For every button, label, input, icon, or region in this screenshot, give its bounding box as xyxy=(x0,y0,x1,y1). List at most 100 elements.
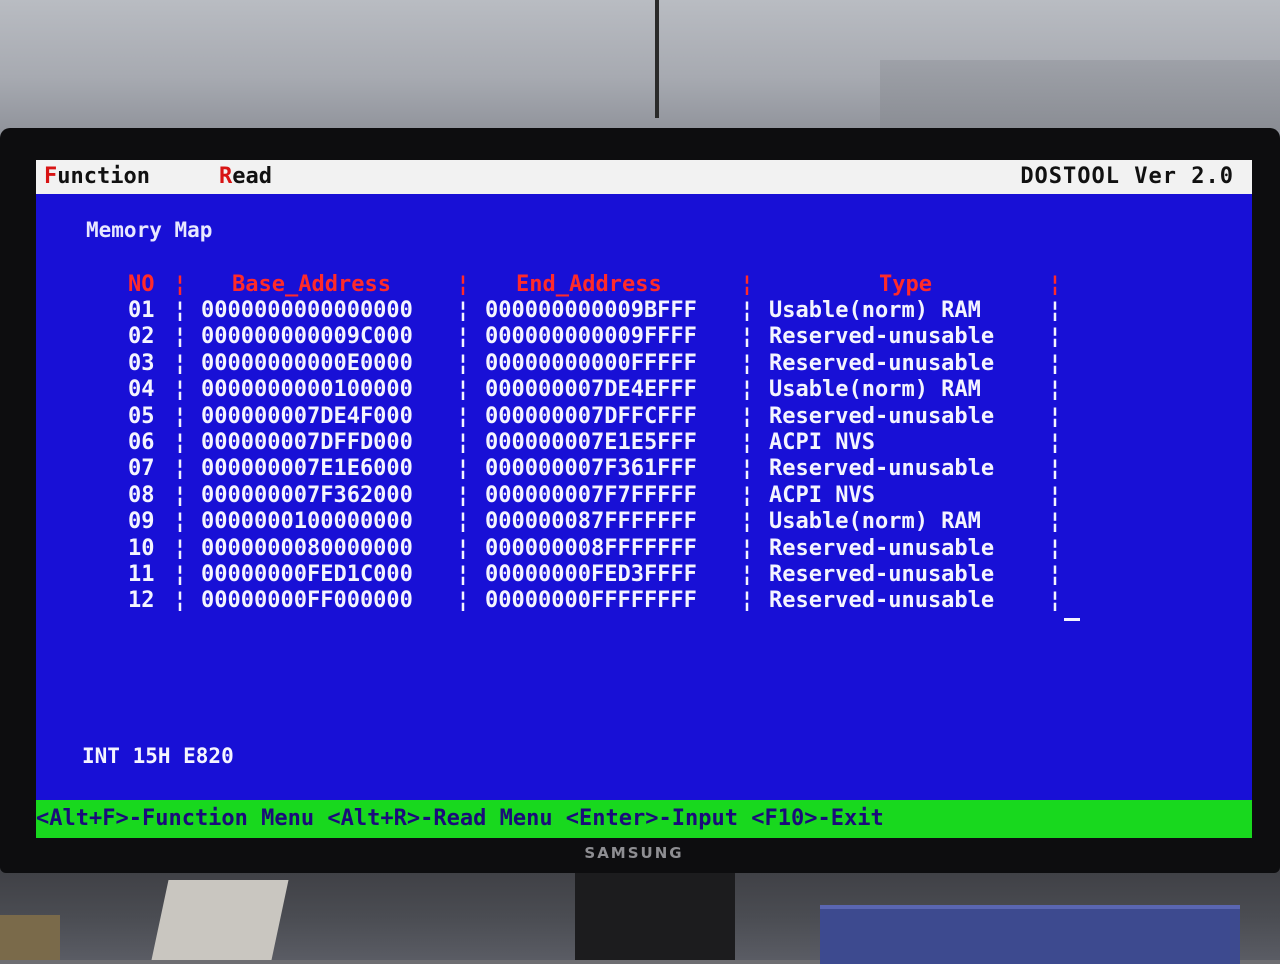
cell-end-address: 000000007DE4EFFF xyxy=(485,377,697,403)
column-separator: ¦ xyxy=(740,350,754,376)
app-version-label: DOSTOOL Ver 2.0 xyxy=(1020,164,1234,189)
menu-read-hotkey: R xyxy=(219,164,233,189)
header-no: NO xyxy=(128,272,155,297)
column-separator: ¦ xyxy=(740,456,754,482)
cell-no: 09 xyxy=(128,509,155,535)
cell-no: 05 xyxy=(128,403,155,429)
column-separator: ¦ xyxy=(740,403,754,429)
cell-base-address: 0000000000000000 xyxy=(201,298,413,323)
column-separator: ¦ xyxy=(1048,272,1062,297)
column-separator: ¦ xyxy=(173,377,187,403)
cell-type: Usable(norm) RAM xyxy=(769,298,981,323)
table-row: 03 ¦ 00000000000E0000 ¦ 00000000000FFFFF ¦ Res… xyxy=(36,351,1252,377)
cell-type: Reserved-unusable xyxy=(769,535,995,561)
text-cursor xyxy=(1064,618,1080,621)
cell-type: Reserved-unusable xyxy=(769,324,995,350)
column-separator: ¦ xyxy=(173,562,187,587)
table-row: 08 ¦ 000000007F362000 ¦ 000000007F7FFFFF ¦ ACP… xyxy=(36,483,1252,509)
column-separator: ¦ xyxy=(1048,482,1062,508)
column-separator: ¦ xyxy=(173,403,187,429)
dos-screen: Function Read DOSTOOL Ver 2.0 Memory Map… xyxy=(36,160,1252,838)
column-separator: ¦ xyxy=(740,430,754,455)
column-separator: ¦ xyxy=(456,588,470,614)
cell-type: ACPI NVS xyxy=(769,482,875,508)
desk-object xyxy=(0,915,60,960)
cell-end-address: 000000000009BFFF xyxy=(485,298,697,323)
cell-end-address: 00000000FFFFFFFF xyxy=(485,588,697,614)
cell-type: Reserved-unusable xyxy=(769,456,995,482)
status-bar: <Alt+F>-Function Menu <Alt+R>-Read Menu … xyxy=(36,800,1252,838)
cell-no: 11 xyxy=(128,562,155,587)
background-partition xyxy=(880,60,1280,130)
cell-no: 08 xyxy=(128,482,155,508)
column-separator: ¦ xyxy=(740,324,754,350)
table-row: 01 ¦ 0000000000000000 ¦ 000000000009BFFF ¦ Usa… xyxy=(36,298,1252,324)
column-separator: ¦ xyxy=(740,588,754,614)
column-separator: ¦ xyxy=(740,509,754,535)
column-separator: ¦ xyxy=(456,324,470,350)
menu-function[interactable]: Function xyxy=(44,164,150,189)
hanging-cable xyxy=(655,0,659,118)
column-separator: ¦ xyxy=(173,430,187,455)
cell-end-address: 000000007F361FFF xyxy=(485,456,697,482)
column-separator: ¦ xyxy=(1048,456,1062,482)
column-separator: ¦ xyxy=(456,509,470,535)
column-separator: ¦ xyxy=(740,272,754,297)
cell-no: 04 xyxy=(128,377,155,403)
column-separator: ¦ xyxy=(173,298,187,323)
menu-function-hotkey: F xyxy=(44,164,58,189)
column-separator: ¦ xyxy=(173,456,187,482)
monitor-stand xyxy=(575,858,735,960)
table-row: 02 ¦ 000000000009C000 ¦ 000000000009FFFF ¦ Res… xyxy=(36,324,1252,350)
column-separator: ¦ xyxy=(456,272,470,297)
cell-end-address: 000000000009FFFF xyxy=(485,324,697,350)
table-row: 05 ¦ 000000007DE4F000 ¦ 000000007DFFCFFF ¦ Res… xyxy=(36,404,1252,430)
table-row: 10 ¦ 0000000080000000 ¦ 000000008FFFFFFF ¦ Res… xyxy=(36,536,1252,562)
column-separator: ¦ xyxy=(173,324,187,350)
column-separator: ¦ xyxy=(1048,298,1062,323)
page-title: Memory Map xyxy=(86,218,213,242)
cell-end-address: 000000007E1E5FFF xyxy=(485,430,697,455)
cell-type: Reserved-unusable xyxy=(769,562,995,587)
column-separator: ¦ xyxy=(456,350,470,376)
table-row: 12 ¦ 00000000FF000000 ¦ 00000000FFFFFFFF ¦ Res… xyxy=(36,588,1252,614)
cell-end-address: 00000000000FFFFF xyxy=(485,350,697,376)
column-separator: ¦ xyxy=(173,350,187,376)
cell-type: Usable(norm) RAM xyxy=(769,377,981,403)
cell-base-address: 00000000FED1C000 xyxy=(201,562,413,587)
cell-no: 03 xyxy=(128,350,155,376)
column-separator: ¦ xyxy=(1048,350,1062,376)
cell-no: 07 xyxy=(128,456,155,482)
interrupt-label: INT 15H E820 xyxy=(82,744,234,768)
column-separator: ¦ xyxy=(1048,588,1062,614)
header-type: Type xyxy=(879,272,932,297)
column-separator: ¦ xyxy=(1048,377,1062,403)
cell-base-address: 0000000080000000 xyxy=(201,535,413,561)
header-base-address: Base_Address xyxy=(232,272,391,297)
column-separator: ¦ xyxy=(1048,324,1062,350)
cell-end-address: 000000008FFFFFFF xyxy=(485,535,697,561)
desk-object xyxy=(151,880,289,960)
column-separator: ¦ xyxy=(740,298,754,323)
column-separator: ¦ xyxy=(456,430,470,455)
cell-no: 06 xyxy=(128,430,155,455)
desk-device xyxy=(820,905,1240,964)
cell-base-address: 000000000009C000 xyxy=(201,324,413,350)
table-row: 09 ¦ 0000000100000000 ¦ 000000087FFFFFFF ¦ Usa… xyxy=(36,509,1252,535)
column-separator: ¦ xyxy=(740,562,754,587)
menu-read-label: ead xyxy=(232,164,272,189)
status-bar-hints: <Alt+F>-Function Menu <Alt+R>-Read Menu … xyxy=(36,806,884,831)
menu-bar: Function Read DOSTOOL Ver 2.0 xyxy=(36,160,1252,194)
column-separator: ¦ xyxy=(456,535,470,561)
cell-no: 02 xyxy=(128,324,155,350)
column-separator: ¦ xyxy=(173,482,187,508)
cell-no: 12 xyxy=(128,588,155,614)
cell-end-address: 000000007DFFCFFF xyxy=(485,403,697,429)
column-separator: ¦ xyxy=(456,403,470,429)
column-separator: ¦ xyxy=(173,272,187,297)
cell-type: Reserved-unusable xyxy=(769,350,995,376)
cell-base-address: 00000000000E0000 xyxy=(201,350,413,376)
cell-no: 01 xyxy=(128,298,155,323)
table-row: 04 ¦ 0000000000100000 ¦ 000000007DE4EFFF ¦ Usa… xyxy=(36,377,1252,403)
menu-read[interactable]: Read xyxy=(219,164,272,189)
